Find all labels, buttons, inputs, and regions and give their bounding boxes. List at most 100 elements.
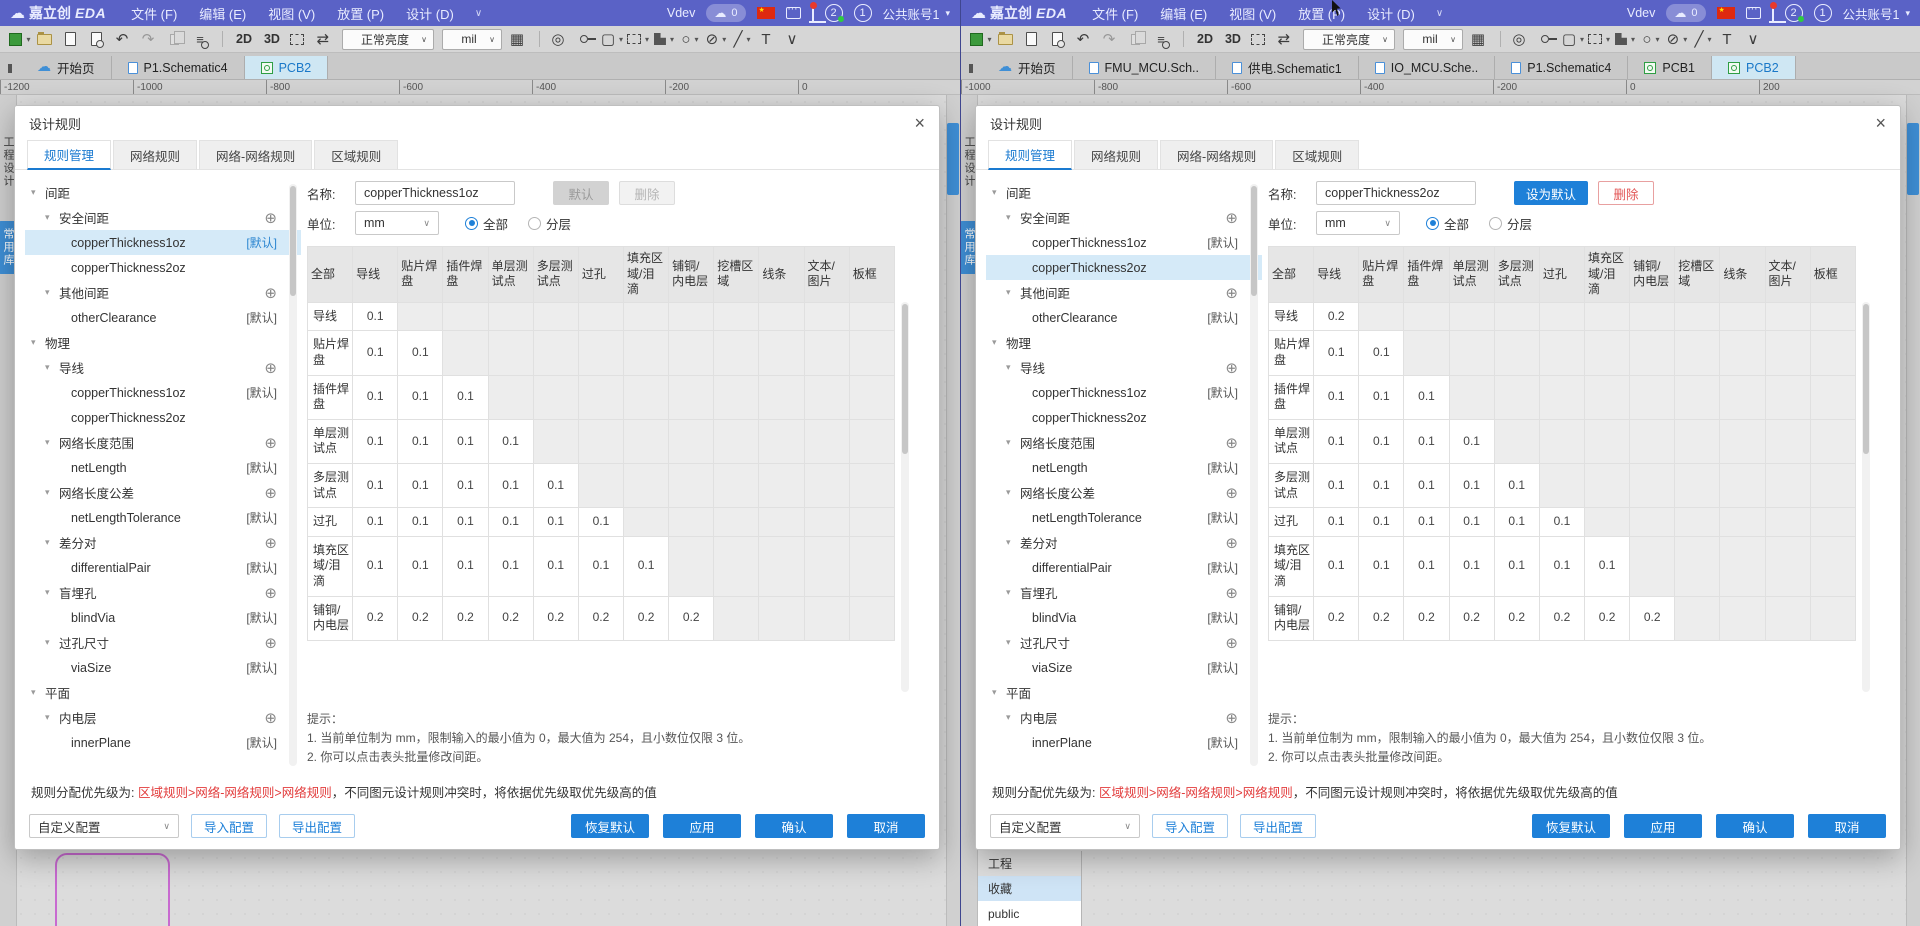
matrix-cell[interactable]: 0.1 [1539, 508, 1584, 537]
menu-item[interactable]: 放置 (P) [326, 7, 395, 22]
matrix-cell[interactable] [849, 508, 894, 537]
matrix-cell[interactable]: 0.2 [488, 596, 533, 640]
matrix-cell[interactable] [533, 419, 578, 463]
matrix-cell[interactable] [759, 596, 804, 640]
matrix-cell[interactable] [759, 536, 804, 596]
matrix-cell[interactable] [1720, 463, 1765, 507]
matrix-cell[interactable] [714, 508, 759, 537]
tree-scrollbar-thumb[interactable] [290, 186, 296, 296]
matrix-cell[interactable] [1584, 419, 1629, 463]
pin-tabs-icon[interactable] [8, 64, 12, 73]
close-icon[interactable]: × [914, 114, 925, 132]
matrix-col-header[interactable]: 过孔 [1539, 247, 1584, 303]
add-rule-icon[interactable]: ⊕ [1225, 484, 1238, 502]
matrix-cell[interactable] [1630, 536, 1675, 596]
matrix-cell[interactable] [623, 375, 668, 419]
matrix-col-header[interactable]: 板框 [1810, 247, 1855, 303]
matrix-cell[interactable]: 0.1 [443, 508, 488, 537]
matrix-cell[interactable] [443, 302, 488, 331]
matrix-cell[interactable] [398, 302, 443, 331]
ellipse-tool-icon[interactable]: ○▾ [678, 28, 702, 50]
add-rule-icon[interactable]: ⊕ [1225, 709, 1238, 727]
matrix-cell[interactable] [849, 463, 894, 507]
matrix-cell[interactable]: 0.2 [1314, 302, 1359, 331]
keepout-tool-icon[interactable]: ⊘▾ [1665, 28, 1689, 50]
matrix-cell[interactable] [488, 302, 533, 331]
matrix-cell[interactable] [849, 596, 894, 640]
matrix-cell[interactable] [1675, 331, 1720, 375]
config-button[interactable]: 导出配置 [279, 814, 355, 838]
matrix-cell[interactable] [1630, 302, 1675, 331]
vdev-label[interactable]: Vdev [667, 6, 696, 20]
app-logo[interactable]: ☁ 嘉立创 EDA [10, 3, 106, 23]
scope-radio[interactable]: 全部 [465, 214, 508, 233]
matrix-cell[interactable]: 0.2 [1404, 596, 1449, 640]
add-rule-icon[interactable]: ⊕ [264, 359, 277, 377]
undo-icon[interactable]: ↶ [1073, 28, 1097, 50]
matrix-col-header[interactable]: 板框 [849, 247, 894, 303]
project-panel-row[interactable]: public [978, 901, 1081, 926]
matrix-cell[interactable] [849, 302, 894, 331]
matrix-cell[interactable] [1765, 331, 1810, 375]
undo-icon[interactable]: ↶ [112, 28, 136, 50]
matrix-cell[interactable] [804, 419, 849, 463]
matrix-cell[interactable] [1675, 302, 1720, 331]
tree-scrollbar-thumb[interactable] [1251, 186, 1257, 296]
matrix-cell[interactable] [1404, 302, 1449, 331]
tree-row[interactable]: netLengthTolerance [默认] [986, 505, 1262, 530]
footprint-tool-icon[interactable]: ▾ [969, 28, 993, 50]
matrix-cell[interactable]: 0.1 [353, 463, 398, 507]
project-panel-row[interactable]: 工程 [978, 851, 1081, 876]
menu-item[interactable]: 文件 (F) [120, 7, 188, 22]
keepout-tool-icon[interactable]: ⊘▾ [704, 28, 728, 50]
matrix-cell[interactable]: 0.1 [443, 463, 488, 507]
matrix-cell[interactable] [1359, 302, 1404, 331]
more-tools-icon[interactable]: ∨ [782, 28, 806, 50]
redo-icon[interactable]: ↷ [1099, 28, 1123, 50]
matrix-cell[interactable] [1584, 463, 1629, 507]
line-tool-icon[interactable]: ╱▾ [730, 28, 754, 50]
support-icon[interactable]: 2 [1785, 4, 1803, 22]
matrix-cell[interactable] [849, 375, 894, 419]
account-caret-icon[interactable]: ▾ [1905, 8, 1910, 19]
matrix-cell[interactable]: 0.1 [578, 536, 623, 596]
matrix-cell[interactable] [1765, 596, 1810, 640]
matrix-cell[interactable] [669, 302, 714, 331]
matrix-row-header[interactable]: 铺铜/内电层 [308, 596, 353, 640]
save-icon[interactable] [60, 28, 84, 50]
unit-select[interactable]: mm ∨ [355, 211, 439, 235]
menu-item[interactable]: 设计 (D) [395, 7, 465, 22]
matrix-cell[interactable]: 0.1 [1449, 419, 1494, 463]
polygon-tool-icon[interactable]: ▾ [652, 28, 676, 50]
tree-row[interactable]: ▾ 内电层 ⊕ [25, 705, 301, 730]
document-tab[interactable]: ☁ 开始页 [21, 56, 112, 79]
matrix-cell[interactable] [623, 419, 668, 463]
matrix-cell[interactable] [1584, 331, 1629, 375]
menu-overflow-icon[interactable]: ∨ [475, 8, 482, 19]
matrix-cell[interactable] [533, 302, 578, 331]
matrix-cell[interactable]: 0.1 [443, 419, 488, 463]
rule-action-button[interactable]: 设为默认 [1514, 181, 1588, 205]
matrix-cell[interactable]: 0.1 [398, 375, 443, 419]
matrix-row-header[interactable]: 贴片焊盘 [308, 331, 353, 375]
rect-tool-icon[interactable]: ▢▾ [1561, 28, 1585, 50]
matrix-cell[interactable] [1810, 331, 1855, 375]
matrix-row-header[interactable]: 导线 [1269, 302, 1314, 331]
matrix-cell[interactable] [488, 331, 533, 375]
matrix-cell[interactable]: 0.1 [1314, 331, 1359, 375]
matrix-col-header[interactable]: 导线 [1314, 247, 1359, 303]
rule-name-input[interactable]: copperThickness1oz [355, 181, 515, 205]
document-tab[interactable]: PCB2 [1712, 56, 1796, 79]
matrix-cell[interactable] [1720, 596, 1765, 640]
footprint-tool-icon[interactable]: ▾ [8, 28, 32, 50]
config-select[interactable]: 自定义配置 ∨ [29, 814, 179, 838]
menu-item[interactable]: 编辑 (E) [1149, 7, 1218, 22]
matrix-cell[interactable] [623, 508, 668, 537]
matrix-cell[interactable]: 0.1 [1404, 508, 1449, 537]
tree-row[interactable]: netLengthTolerance [默认] [25, 505, 301, 530]
matrix-cell[interactable]: 0.1 [443, 536, 488, 596]
matrix-cell[interactable]: 0.1 [353, 331, 398, 375]
matrix-cell[interactable] [714, 302, 759, 331]
matrix-cell[interactable] [1539, 302, 1584, 331]
menu-item[interactable]: 视图 (V) [257, 7, 326, 22]
